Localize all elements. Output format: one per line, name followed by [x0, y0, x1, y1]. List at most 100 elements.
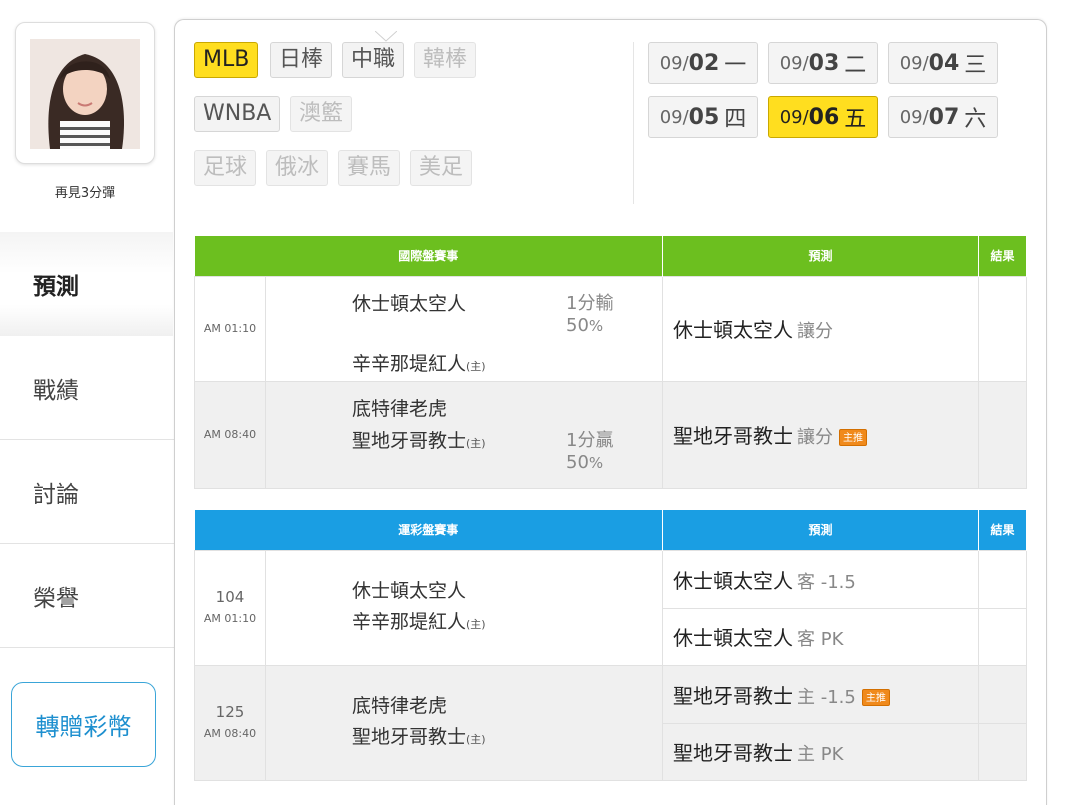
prediction-cell: 休士頓太空人客 PK [662, 607, 980, 666]
odds-unit: % [588, 454, 604, 472]
odds-text: 1分贏 [566, 430, 614, 451]
prediction-cell: 聖地牙哥教士主 PK [662, 722, 980, 781]
game-time: AM 08:40 [194, 380, 266, 489]
gift-coins-button[interactable]: 轉贈彩幣 [11, 682, 156, 767]
date-button-0904[interactable]: 09/04 三 [888, 42, 998, 84]
intl-header-events: 國際盤賽事 [194, 236, 664, 276]
nav-label: 榮譽 [33, 585, 79, 612]
pick-line: 客 PK [797, 629, 844, 650]
pick-line: 主 -1.5 [797, 686, 856, 708]
away-team: 休士頓太空人 [352, 579, 467, 602]
date-day: 02 [688, 50, 720, 76]
pick-line: 主 PK [797, 744, 844, 765]
sport-tab-khl[interactable]: 俄冰 [266, 150, 329, 186]
date-weekday: 二 [844, 53, 867, 78]
away-team: 底特律老虎 [352, 694, 448, 717]
pick-line: 客 -1.5 [797, 571, 856, 593]
home-tag: (主) [466, 360, 486, 373]
sidebar-nav: 預測 戰績 討論 榮譽 [0, 232, 177, 648]
home-tag: (主) [466, 437, 486, 450]
sport-tab-wnba[interactable]: WNBA [194, 96, 281, 132]
odds-unit: % [588, 317, 604, 335]
game-time-text: AM 08:40 [203, 726, 257, 740]
game-number: 125 [215, 702, 245, 721]
date-day: 06 [808, 104, 840, 130]
nav-item-honor[interactable]: 榮譽 [0, 544, 175, 648]
away-team: 休士頓太空人 [352, 293, 467, 315]
top-pick-badge: 主推 [839, 429, 868, 446]
avatar-card[interactable] [15, 22, 155, 164]
matchup-cell: 休士頓太空人 辛辛那堤紅人(主) 1分輸 50% [264, 275, 664, 382]
date-month: 09/ [659, 106, 689, 128]
table-row: AM 01:10 休士頓太空人 辛辛那堤紅人(主) 1分輸 50% 休士頓太空人… [194, 275, 1028, 382]
table-row: 125 AM 08:40 底特律老虎 聖地牙哥教士(主) 聖地牙哥教士主 -1.… [194, 664, 1028, 781]
prediction-cell: 休士頓太空人 讓分 [662, 275, 980, 382]
sport-tab-kbo[interactable]: 韓棒 [414, 42, 477, 78]
result-cell [978, 607, 1028, 666]
prediction-cell: 聖地牙哥教士 讓分 主推 [662, 380, 980, 489]
pick-type: 讓分 [797, 427, 834, 448]
date-month: 09/ [899, 106, 929, 128]
nav-label: 戰績 [33, 377, 79, 404]
game-time: AM 01:10 [194, 275, 266, 382]
lotto-header-result: 結果 [978, 510, 1028, 550]
lotto-header-events: 運彩盤賽事 [194, 510, 664, 550]
result-cell [978, 275, 1028, 382]
pick-team: 聖地牙哥教士 [673, 741, 794, 765]
game-time: 125 AM 08:40 [194, 664, 266, 781]
date-weekday: 六 [964, 107, 987, 132]
lotto-header-prediction: 預測 [662, 510, 980, 550]
home-team: 辛辛那堤紅人(主) [352, 349, 486, 376]
sport-tab-mlb[interactable]: MLB [194, 42, 259, 78]
date-month: 09/ [779, 52, 809, 74]
sport-tab-nbl[interactable]: 澳籃 [290, 96, 353, 132]
home-team-name: 辛辛那堤紅人 [352, 353, 467, 375]
date-day: 04 [928, 50, 960, 76]
home-team: 辛辛那堤紅人(主) [352, 607, 662, 640]
odds-line: 1分贏 50% [566, 430, 613, 474]
odds-text: 1分輸 [566, 293, 614, 314]
nav-item-discussion[interactable]: 討論 [0, 440, 175, 544]
nav-item-prediction[interactable]: 預測 [0, 232, 177, 336]
matchup-cell: 休士頓太空人 辛辛那堤紅人(主) [264, 549, 664, 666]
prediction-cell: 聖地牙哥教士主 -1.5 主推 [662, 664, 980, 724]
table-row: 104 AM 01:10 休士頓太空人 辛辛那堤紅人(主) 休士頓太空人客 -1… [194, 549, 1028, 666]
sport-tab-nfl[interactable]: 美足 [410, 150, 473, 186]
pick-team: 休士頓太空人 [673, 626, 794, 650]
home-team-name: 聖地牙哥教士 [352, 430, 467, 452]
nav-item-record[interactable]: 戰績 [0, 336, 175, 440]
result-cell [978, 664, 1028, 724]
date-button-0902[interactable]: 09/02 一 [648, 42, 758, 84]
date-month: 09/ [899, 52, 929, 74]
date-weekday: 五 [844, 107, 867, 132]
home-team-name: 聖地牙哥教士 [352, 725, 467, 748]
odds-line: 1分輸 50% [566, 293, 613, 337]
pick-type: 讓分 [797, 321, 834, 342]
odds-pct: 50 [566, 315, 589, 336]
sport-tab-npb[interactable]: 日棒 [270, 42, 333, 78]
filter-divider [633, 42, 634, 204]
date-button-0907[interactable]: 09/07 六 [888, 96, 998, 138]
intl-header-prediction: 預測 [662, 236, 980, 276]
date-day: 05 [688, 104, 720, 130]
date-button-0903[interactable]: 09/03 二 [768, 42, 878, 84]
date-button-0905[interactable]: 09/05 四 [648, 96, 758, 138]
avatar-photo-icon [30, 39, 140, 149]
date-button-0906[interactable]: 09/06 五 [768, 96, 878, 138]
game-time: 104 AM 01:10 [194, 549, 266, 666]
sport-tab-soccer[interactable]: 足球 [194, 150, 257, 186]
home-team: 聖地牙哥教士(主) [352, 426, 486, 453]
matchup-cell: 底特律老虎 聖地牙哥教士(主) [264, 664, 664, 781]
date-weekday: 一 [724, 53, 747, 78]
nav-label: 預測 [33, 274, 79, 300]
game-number: 104 [215, 587, 245, 606]
sport-tab-horse[interactable]: 賽馬 [338, 150, 401, 186]
lotto-predictions-table: 運彩盤賽事 預測 結果 104 AM 01:10 休士頓太空人 辛辛那堤紅人(主… [194, 510, 1028, 781]
user-name: 再見3分彈 [54, 186, 116, 201]
prediction-cell: 休士頓太空人客 -1.5 [662, 549, 980, 609]
date-month: 09/ [659, 52, 689, 74]
date-weekday: 四 [724, 107, 747, 132]
home-tag: (主) [466, 617, 486, 631]
date-month: 09/ [779, 106, 809, 128]
sport-tab-cpbl[interactable]: 中職 [342, 42, 405, 78]
